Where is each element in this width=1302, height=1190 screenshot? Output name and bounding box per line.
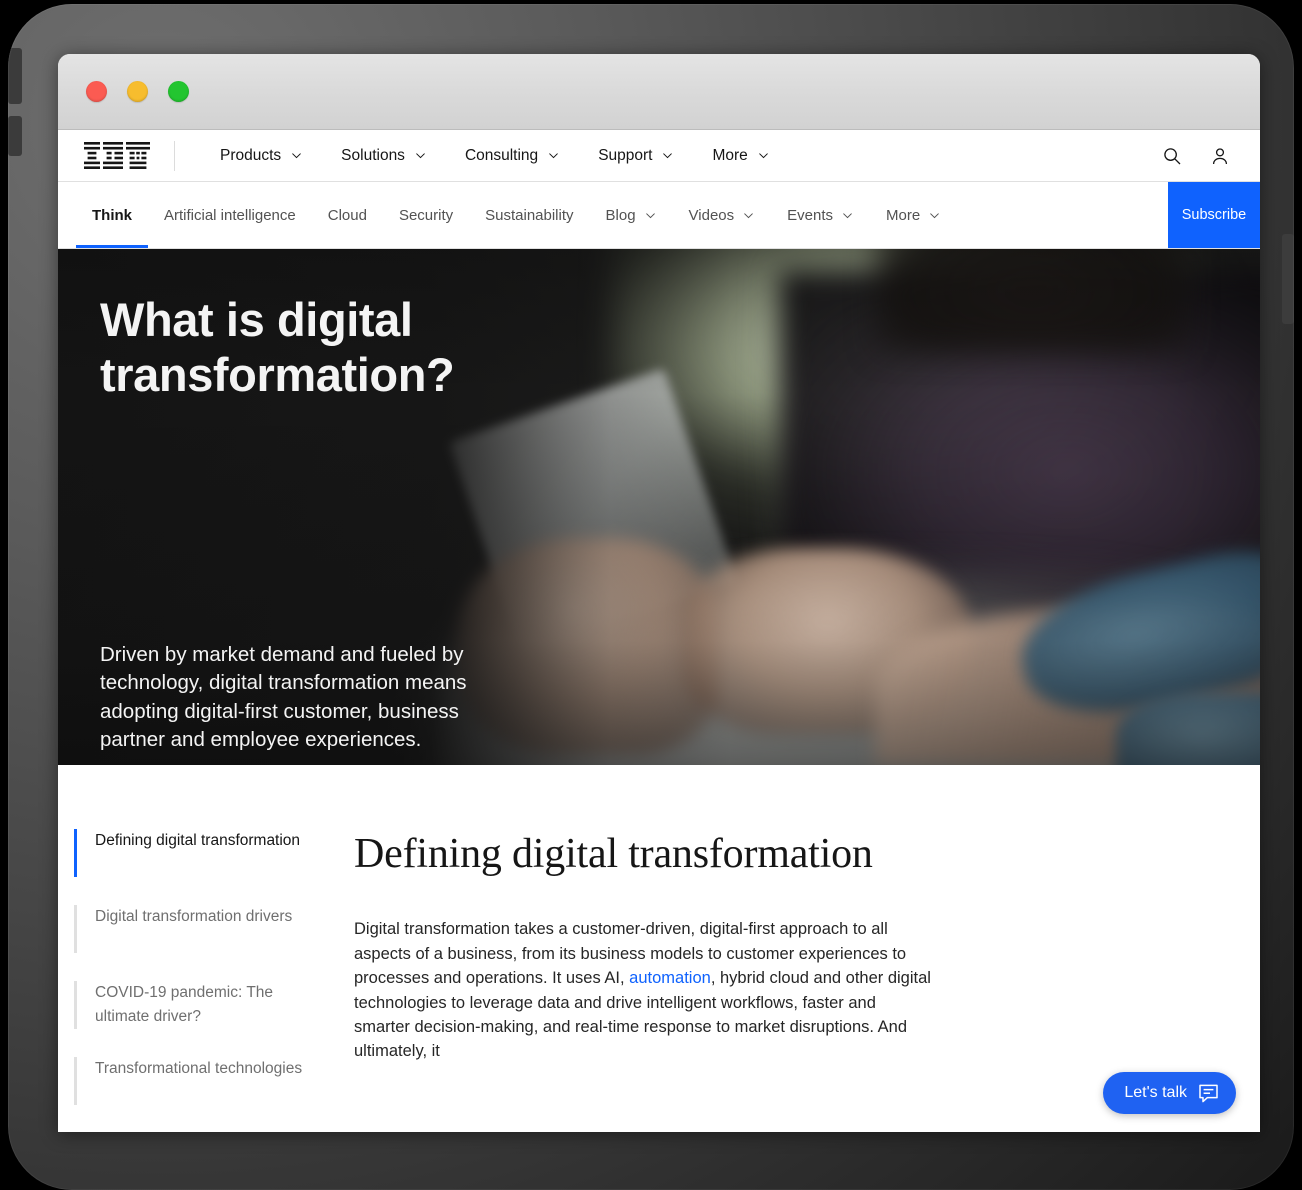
masthead-divider (174, 140, 175, 171)
chevron-down-icon (645, 212, 655, 218)
nav-item-consulting[interactable]: Consulting (446, 130, 579, 181)
think-subnav: Think Artificial intelligence Cloud Secu… (58, 182, 1260, 249)
hero-banner: What is digital transformation? Driven b… (58, 249, 1260, 765)
hero-title: What is digital transformation? (100, 293, 455, 401)
subnav-item-artificial-intelligence[interactable]: Artificial intelligence (148, 182, 312, 248)
subnav-item-blog[interactable]: Blog (590, 182, 673, 248)
hero-subtitle: Driven by market demand and fueled by te… (100, 643, 467, 751)
chevron-down-icon (930, 212, 940, 218)
user-avatar-icon (1212, 147, 1228, 164)
hero-photo-person-head (875, 249, 1188, 353)
minimize-window-button[interactable] (127, 81, 148, 102)
lets-talk-label: Let's talk (1124, 1084, 1187, 1101)
nav-item-solutions[interactable]: Solutions (322, 130, 446, 181)
hero-content: What is digital transformation? Driven b… (58, 249, 1260, 765)
hero-photo-tablet (447, 367, 738, 657)
traffic-light-group (86, 81, 189, 102)
masthead-actions (1148, 130, 1244, 181)
nav-item-more[interactable]: More (693, 130, 788, 181)
nav-item-label: Consulting (464, 146, 539, 164)
toc-list: Defining digital transformation Digital … (74, 829, 354, 1105)
hero-background-image (58, 249, 1260, 765)
hero-photo-table (418, 568, 1260, 765)
subnav-items: Think Artificial intelligence Cloud Secu… (58, 182, 957, 248)
hero-photo-window-highlight (779, 259, 1188, 559)
toc-item-label: COVID-19 pandemic: The ultimate driver? (95, 984, 274, 1025)
article-paragraph: Digital transformation takes a customer-… (354, 917, 934, 1063)
hero-photo-window-light (610, 249, 1260, 652)
window-titlebar (58, 54, 1260, 130)
device-button-left-lower (8, 116, 22, 156)
nav-item-label: Products (220, 146, 282, 164)
subnav-item-videos[interactable]: Videos (673, 182, 772, 248)
nav-item-label: Solutions (341, 146, 405, 164)
nav-item-label: More (712, 146, 748, 164)
device-frame: Products Solutions Consulting Support Mo… (8, 4, 1294, 1190)
chevron-down-icon (416, 153, 425, 159)
hero-photo-hand-right (683, 548, 972, 735)
subnav-item-think[interactable]: Think (76, 182, 148, 248)
subnav-item-label: Think (92, 206, 132, 224)
chevron-down-icon (549, 153, 559, 159)
chevron-down-icon (744, 212, 754, 218)
toc-item-defining-digital-transformation[interactable]: Defining digital transformation (74, 829, 354, 877)
device-button-right (1282, 234, 1294, 324)
article-section: Defining digital transformation Digital … (58, 765, 1260, 1132)
hero-photo-hand-left (454, 537, 720, 755)
automation-link[interactable]: automation (629, 969, 711, 987)
ibm-logo[interactable] (84, 142, 150, 169)
chevron-down-icon (292, 153, 302, 159)
subnav-item-more[interactable]: More (870, 182, 957, 248)
account-button[interactable] (1196, 130, 1244, 181)
subscribe-button[interactable]: Subscribe (1168, 182, 1260, 248)
hero-photo-denim-sleeve-lower (1115, 692, 1260, 765)
chevron-down-icon (663, 153, 673, 159)
paragraph-text-part-1: Digital transformation takes a customer-… (354, 920, 907, 988)
subnav-item-label: Blog (605, 206, 636, 224)
chat-bubble-icon (1199, 1084, 1218, 1102)
subnav-item-label: Cloud (327, 206, 367, 224)
hero-photo-denim-sleeve-upper (1007, 536, 1260, 736)
toc-item-label: Defining digital transformation (95, 832, 301, 849)
search-button[interactable] (1148, 130, 1196, 181)
chevron-down-icon (758, 153, 768, 159)
toc-item-digital-transformation-drivers[interactable]: Digital transformation drivers (74, 905, 354, 953)
chevron-down-icon (843, 212, 852, 218)
search-icon (1164, 147, 1181, 164)
subnav-item-security[interactable]: Security (383, 182, 469, 248)
paragraph-text-part-2: , hybrid cloud and other digital technol… (354, 969, 931, 1061)
ibm-masthead: Products Solutions Consulting Support Mo… (58, 130, 1260, 182)
nav-item-support[interactable]: Support (579, 130, 693, 181)
hero-photo-arm (875, 610, 1260, 765)
subnav-item-label: Artificial intelligence (164, 206, 296, 224)
article-heading: Defining digital transformation (354, 831, 873, 877)
toc-item-covid-19-pandemic[interactable]: COVID-19 pandemic: The ultimate driver? (74, 981, 354, 1029)
subnav-item-cloud[interactable]: Cloud (312, 182, 383, 248)
toc-item-transformational-technologies[interactable]: Transformational technologies (74, 1057, 354, 1105)
subnav-item-label: Videos (688, 206, 735, 224)
nav-item-products[interactable]: Products (201, 130, 322, 181)
subnav-item-label: More (886, 206, 921, 224)
lets-talk-chat-button[interactable]: Let's talk (1103, 1072, 1236, 1114)
browser-window: Products Solutions Consulting Support Mo… (58, 54, 1260, 1132)
toc-item-label: Digital transformation drivers (95, 908, 293, 925)
masthead-nav: Products Solutions Consulting Support Mo… (201, 130, 789, 181)
hero-gradient-overlay (58, 249, 1260, 765)
toc-item-label: Transformational technologies (95, 1060, 303, 1077)
subnav-item-label: Sustainability (485, 206, 574, 224)
subnav-item-sustainability[interactable]: Sustainability (469, 182, 589, 248)
nav-item-label: Support (598, 146, 653, 164)
close-window-button[interactable] (86, 81, 107, 102)
subnav-item-events[interactable]: Events (771, 182, 870, 248)
hero-vertical-overlay (58, 249, 1260, 765)
hero-photo-person-torso (779, 269, 1260, 673)
article-body: Defining digital transformation Digital … (354, 829, 994, 1132)
subnav-item-label: Events (787, 206, 833, 224)
device-button-left-upper (8, 48, 22, 104)
maximize-window-button[interactable] (168, 81, 189, 102)
table-of-contents: Defining digital transformation Digital … (58, 829, 354, 1132)
subnav-item-label: Security (398, 206, 454, 224)
